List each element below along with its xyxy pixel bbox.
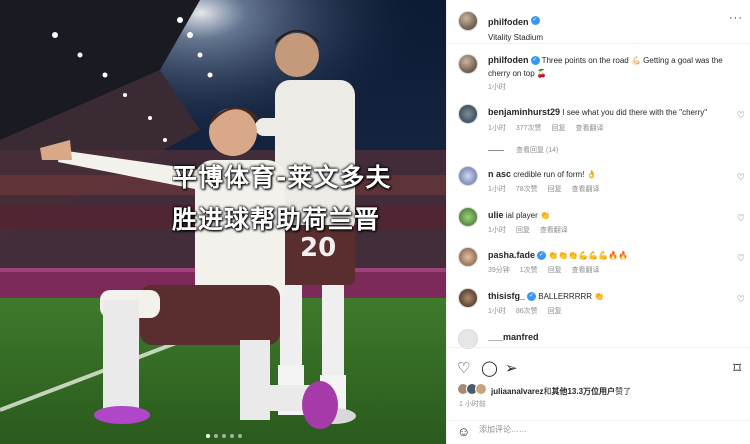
comment-heart-icon[interactable]: ♡ [737, 172, 745, 183]
comment-text: I see what you did there with the "cherr… [562, 108, 708, 117]
carousel-dot[interactable] [230, 434, 234, 438]
avatar[interactable] [458, 54, 478, 74]
comment-likes[interactable]: 78次赞 [516, 186, 538, 193]
comment-time: 1小时 [488, 227, 506, 234]
avatar[interactable] [458, 104, 478, 124]
post-header: philfoden ✓ Vitality Stadium ··· [447, 0, 750, 44]
comment-username[interactable]: ___manfred [488, 332, 539, 342]
reply-button[interactable]: 回复 [548, 308, 562, 315]
comment-username[interactable]: pasha.fade [488, 250, 535, 260]
likes-suffix: 赞了 [615, 387, 632, 396]
verified-icon: ✓ [537, 251, 547, 261]
likes-summary: juliaanalvarez和其他13.3万位用户赞了 [491, 386, 631, 397]
comment-time: 1小时 [488, 186, 506, 193]
header-text: philfoden ✓ Vitality Stadium [488, 12, 543, 42]
post-side-panel: philfoden ✓ Vitality Stadium ··· philfode… [446, 0, 750, 444]
carousel-dot[interactable] [238, 434, 242, 438]
comment-likes[interactable]: 1次赞 [520, 267, 538, 274]
carousel-dot[interactable] [222, 434, 226, 438]
comment-heart-icon[interactable]: ♡ [737, 213, 745, 224]
comment-text: credible run of form! 👌 [513, 170, 597, 179]
comment-heart-icon[interactable]: ♡ [737, 253, 745, 264]
avatar[interactable] [475, 383, 487, 395]
verified-icon: ✓ [530, 56, 540, 66]
carousel-dot[interactable] [214, 434, 218, 438]
reply-button[interactable]: 回复 [516, 227, 530, 234]
translate-button[interactable]: 查看翻译 [572, 186, 600, 193]
reply-button[interactable]: 回复 [548, 186, 562, 193]
heart-icon[interactable]: ♡ [457, 359, 470, 377]
carousel-indicator [206, 434, 242, 438]
header-location[interactable]: Vitality Stadium [488, 33, 543, 42]
post-actions-bar: ♡ ◯ ➢ ⌑ [447, 347, 750, 387]
comment-username[interactable]: n asc [488, 169, 511, 179]
comment-username[interactable]: thisisfg_ [488, 291, 525, 301]
bookmark-icon[interactable]: ⌑ [733, 359, 741, 377]
comment-username[interactable]: benjaminhurst29 [488, 107, 560, 117]
avatar[interactable] [458, 329, 478, 349]
comment-body: n asc credible run of form! 👌 [488, 168, 733, 181]
comment-body: pasha.fade ✓ 👏👏👏💪💪💪🔥🔥 [488, 249, 733, 262]
reply-button[interactable]: 回复 [548, 267, 562, 274]
comment-text: 👏👏👏💪💪💪🔥🔥 [548, 251, 628, 260]
comment-likes[interactable]: 86次赞 [516, 308, 538, 315]
translate-button[interactable]: 查看翻译 [540, 227, 568, 234]
comment-meta: 1小时 377次赞 回复 查看翻译 [488, 123, 611, 133]
comment-time: 1小时 [488, 308, 506, 315]
reply-button[interactable]: 回复 [552, 125, 566, 132]
share-icon[interactable]: ➢ [505, 359, 518, 377]
avatar[interactable] [458, 207, 478, 227]
post-timestamp: 1 小时前 [459, 401, 486, 408]
avatar[interactable] [458, 166, 478, 186]
comment-meta: 1小时 回复 查看翻译 [488, 225, 576, 235]
header-username[interactable]: philfoden [488, 17, 529, 27]
avatar[interactable] [458, 247, 478, 267]
caption-body: philfoden ✓ Three points on the road 💪🏻 G… [488, 54, 733, 80]
emoji-icon[interactable]: ☺ [457, 424, 470, 439]
comment-text: BALLERRRRR 👏 [538, 292, 605, 301]
likes-user[interactable]: juliaanalvarez [491, 387, 543, 396]
comment-meta: 1小时 86次赞 回复 [488, 306, 570, 316]
comment-icon[interactable]: ◯ [481, 359, 498, 377]
overlay-headline-line1: 平博体育-莱文多夫 [172, 163, 392, 192]
verified-icon: ✓ [530, 16, 540, 26]
likes-others[interactable]: 其他13.3万位用户 [551, 387, 615, 396]
comment-heart-icon[interactable]: ♡ [737, 110, 745, 121]
avatar[interactable] [458, 11, 478, 31]
view-replies-button[interactable]: 查看回复 (14) [488, 145, 558, 155]
comment-username[interactable]: ulie [488, 210, 504, 220]
carousel-dot[interactable] [206, 434, 210, 438]
translate-button[interactable]: 查看翻译 [572, 267, 600, 274]
comment-meta: 1小时 78次赞 回复 查看翻译 [488, 184, 608, 194]
more-options-icon[interactable]: ··· [729, 12, 743, 24]
comment-body: ulie ial player 👏 [488, 209, 733, 222]
comment-likes[interactable]: 377次赞 [516, 125, 542, 132]
caption-username[interactable]: philfoden [488, 55, 529, 65]
svg-text:20: 20 [300, 233, 336, 263]
comment-body: thisisfg_ ✓ BALLERRRRR 👏 [488, 290, 733, 303]
caption-meta: 1小时 [488, 82, 514, 92]
comment-text: ial player 👏 [505, 211, 550, 220]
comment-time: 1小时 [488, 125, 506, 132]
comment-time: 39分钟 [488, 267, 510, 274]
avatar[interactable] [458, 288, 478, 308]
overlay-headline-line2: 胜进球帮助荷兰晋 [172, 205, 381, 234]
comment-body: benjaminhurst29 I see what you did there… [488, 106, 733, 119]
add-comment-bar: ☺ [447, 420, 750, 444]
translate-button[interactable]: 查看翻译 [575, 125, 603, 132]
comment-input[interactable] [479, 425, 719, 434]
comment-heart-icon[interactable]: ♡ [737, 294, 745, 305]
caption-time: 1小时 [488, 84, 506, 91]
comment-meta: 39分钟 1次赞 回复 查看翻译 [488, 265, 608, 275]
comment-body: ___manfred [488, 331, 733, 344]
post-image[interactable]: 20 平博体育-莱文多夫 胜进球帮助荷兰晋 [0, 0, 446, 444]
verified-icon: ✓ [527, 292, 537, 302]
